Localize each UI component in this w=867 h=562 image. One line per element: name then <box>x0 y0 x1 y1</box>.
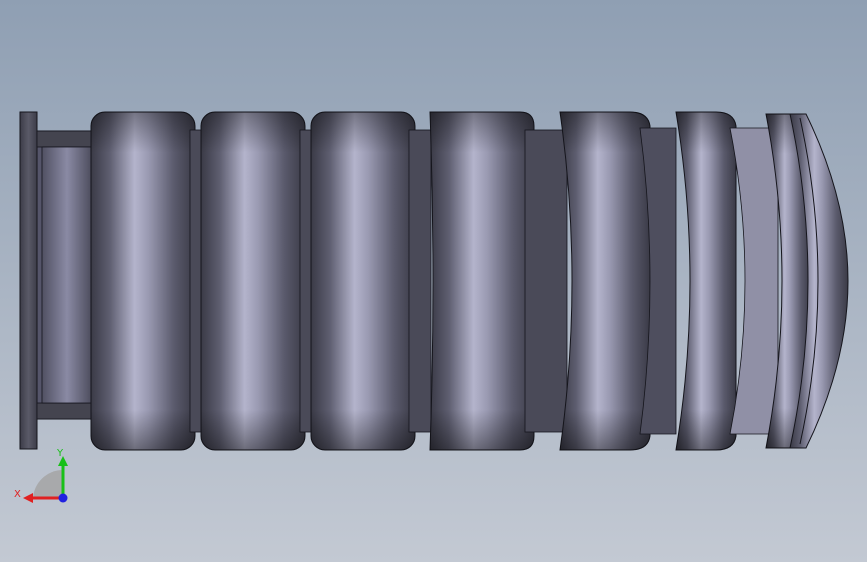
bellows-segment[interactable] <box>675 111 779 451</box>
bellows-segment[interactable] <box>310 111 432 451</box>
z-axis-dot <box>58 493 68 503</box>
viewport-canvas[interactable]: Y X <box>0 0 867 562</box>
3d-viewport[interactable]: Y X <box>0 0 867 562</box>
bellows-segment[interactable] <box>200 111 313 451</box>
y-axis-label: Y <box>56 448 64 459</box>
bellows-segment[interactable] <box>429 111 568 451</box>
bellows-segment[interactable] <box>559 111 677 451</box>
bellows-segment[interactable] <box>90 111 203 451</box>
end-flange[interactable] <box>19 111 93 450</box>
x-axis-label: X <box>14 489 21 500</box>
bellows-model[interactable] <box>19 111 849 451</box>
